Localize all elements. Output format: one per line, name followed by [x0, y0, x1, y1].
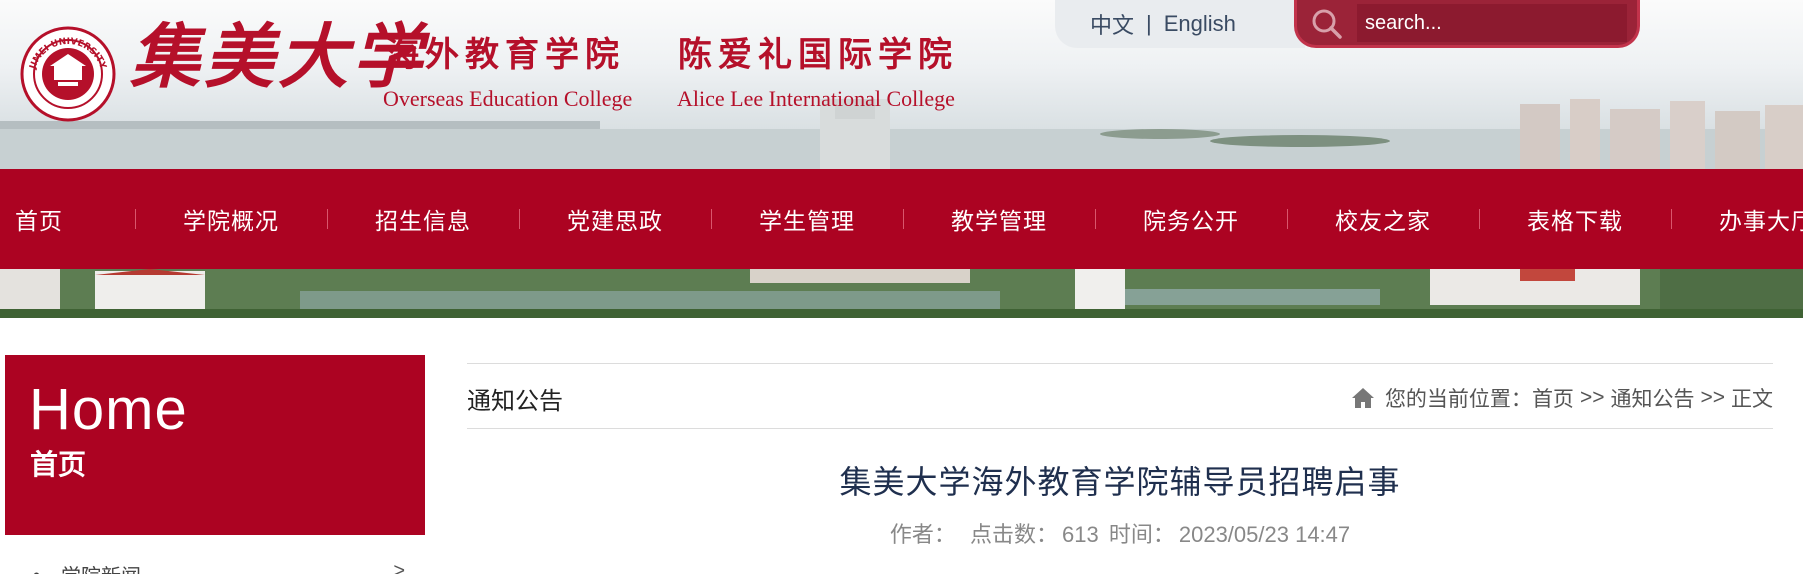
breadcrumb-separator: >> [1700, 386, 1725, 409]
nav-item-admissions[interactable]: 招生信息 [327, 169, 519, 269]
nav-item-forms[interactable]: 表格下载 [1479, 169, 1671, 269]
section-title: 通知公告 [467, 388, 563, 415]
nav-item-alumni[interactable]: 校友之家 [1287, 169, 1479, 269]
site-header: JIMEI UNIVERSITY 集美大学 海外教育学院 陈爱礼国际学院 Ove… [0, 0, 1803, 169]
campus-banner [0, 269, 1803, 318]
search-input[interactable] [1357, 4, 1627, 42]
sidebar-home-title-cn: 首页 [30, 449, 87, 480]
college-name-cn: 海外教育学院 [385, 35, 625, 75]
university-seal-logo: JIMEI UNIVERSITY [20, 26, 116, 122]
time-label: 时间： [1108, 522, 1175, 547]
article-meta: 作者： 点击数： 613 时间： 2023/05/23 14:47 [467, 517, 1773, 549]
nav-item-affairs-disclosure[interactable]: 院务公开 [1095, 169, 1287, 269]
intl-college-name-cn: 陈爱礼国际学院 [678, 35, 958, 75]
chevron-right-icon: > [393, 560, 405, 574]
nav-item-service-hall[interactable]: 办事大厅 [1671, 169, 1803, 269]
nav-item-teaching[interactable]: 教学管理 [903, 169, 1095, 269]
clicks-value: 613 [1062, 522, 1099, 547]
breadcrumb-notices-link[interactable]: 通知公告 [1610, 383, 1694, 413]
sidebar-home-panel: Home 首页 [5, 355, 425, 535]
sidebar-home-title-en: Home [29, 377, 188, 442]
home-icon [1351, 388, 1374, 408]
author-label: 作者： [889, 522, 956, 547]
breadcrumb-bar: 通知公告 您的当前位置： 首页 >> 通知公告 >> 正文 [467, 363, 1773, 429]
clicks-label: 点击数： [969, 522, 1058, 547]
breadcrumb-separator: >> [1579, 386, 1605, 409]
time-value: 2023/05/23 14:47 [1178, 522, 1351, 547]
college-name-en: Overseas Education College [383, 86, 633, 111]
lang-separator: | [1146, 11, 1152, 36]
search-box [1294, 0, 1640, 48]
intl-college-name-en: Alice Lee International College [677, 86, 955, 111]
lang-chinese-link[interactable]: 中文 [1090, 8, 1134, 40]
nav-item-student-affairs[interactable]: 学生管理 [711, 169, 903, 269]
breadcrumb-current: 正文 [1731, 388, 1773, 411]
breadcrumb-home-link[interactable]: 首页 [1532, 383, 1574, 413]
lang-english-link[interactable]: English [1164, 11, 1236, 37]
language-switcher: 中文 | English [1055, 0, 1305, 48]
nav-item-about[interactable]: 学院概况 [135, 169, 327, 269]
campus-banner-image [0, 269, 1803, 318]
breadcrumb: 您的当前位置： 首页 >> 通知公告 >> 正文 [1351, 383, 1773, 413]
sidebar-item-label: 学院新闻 [61, 560, 141, 574]
university-name-cn: 集美大学 [130, 15, 426, 98]
nav-item-party-building[interactable]: 党建思政 [519, 169, 711, 269]
nav-item-home[interactable]: 首页 [0, 169, 135, 269]
list-bullet-icon: • [33, 565, 40, 574]
breadcrumb-location-label: 您的当前位置： [1384, 388, 1532, 411]
article-title: 集美大学海外教育学院辅导员招聘启事 [839, 464, 1401, 500]
main-nav: 首页 学院概况 招生信息 党建思政 学生管理 教学管理 院务公开 校友之家 表格… [0, 169, 1803, 269]
search-icon[interactable] [1309, 6, 1345, 42]
sidebar-item-college-news[interactable]: • 学院新闻 > [5, 560, 425, 574]
